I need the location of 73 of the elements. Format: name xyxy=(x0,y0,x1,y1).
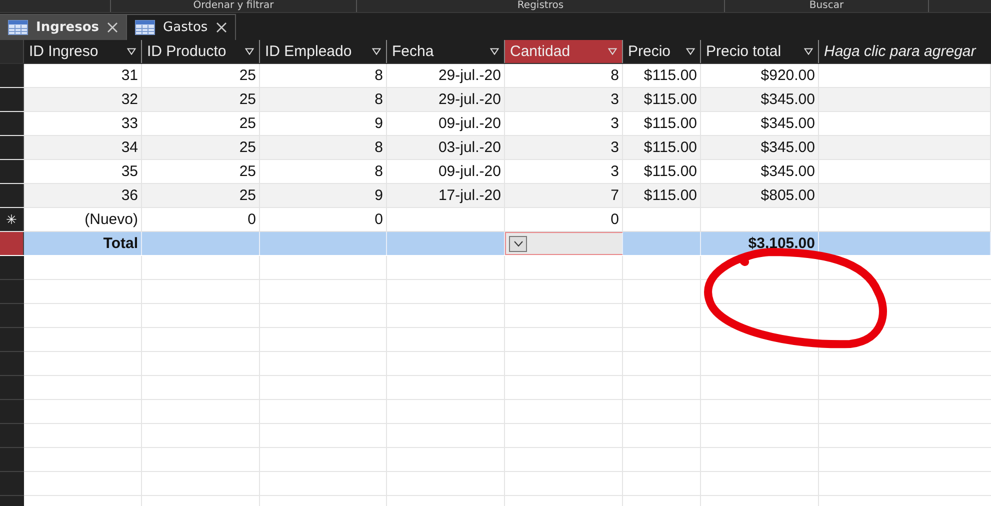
table-cell: 8 xyxy=(260,64,387,87)
table-icon xyxy=(135,20,156,35)
document-tab[interactable]: Gastos xyxy=(127,14,236,40)
table-cell: 8 xyxy=(505,64,623,87)
table-cell: 3 xyxy=(505,136,623,159)
ribbon-group-label: Ordenar y filtrar xyxy=(193,0,274,11)
column-header[interactable]: Precio xyxy=(623,40,701,63)
filter-arrow-icon[interactable] xyxy=(127,48,136,55)
table-cell: 25 xyxy=(142,160,260,183)
table-cell: $920.00 xyxy=(701,64,819,87)
table-cell: 09-jul.-20 xyxy=(387,112,505,135)
table-cell: 25 xyxy=(142,88,260,111)
table-cell: 33 xyxy=(24,112,142,135)
table-cell: 8 xyxy=(260,88,387,111)
column-header[interactable]: ID Ingreso xyxy=(24,40,142,63)
table-cell: $805.00 xyxy=(701,184,819,207)
column-header[interactable]: Cantidad xyxy=(505,40,623,63)
filter-arrow-icon[interactable] xyxy=(372,48,381,55)
document-tab[interactable]: Ingresos xyxy=(0,14,128,40)
total-value: $3,105.00 xyxy=(701,232,819,255)
table-cell: 29-jul.-20 xyxy=(387,88,505,111)
table-cell: 25 xyxy=(142,136,260,159)
table-icon xyxy=(8,20,28,35)
table-cell: 03-jul.-20 xyxy=(387,136,505,159)
filter-arrow-icon[interactable] xyxy=(245,48,254,55)
table-cell: 25 xyxy=(142,184,260,207)
table-cell: 9 xyxy=(260,184,387,207)
ribbon-group-label: Registros xyxy=(517,0,564,11)
total-function-dropdown[interactable] xyxy=(505,232,623,255)
table-cell: $345.00 xyxy=(701,160,819,183)
table-cell: $115.00 xyxy=(623,88,701,111)
table-cell: 3 xyxy=(505,112,623,135)
total-row-label: Total xyxy=(24,232,142,255)
table-cell: 34 xyxy=(24,136,142,159)
table-cell: 17-jul.-20 xyxy=(387,184,505,207)
table-cell: $115.00 xyxy=(623,112,701,135)
table-cell: $115.00 xyxy=(623,184,701,207)
table-cell: 3 xyxy=(505,160,623,183)
filter-arrow-icon[interactable] xyxy=(686,48,695,55)
table-cell: $115.00 xyxy=(623,64,701,87)
table-cell: 25 xyxy=(142,112,260,135)
table-cell: 7 xyxy=(505,184,623,207)
filter-arrow-icon[interactable] xyxy=(490,48,499,55)
table-cell: 36 xyxy=(24,184,142,207)
table-cell: 29-jul.-20 xyxy=(387,64,505,87)
column-header[interactable]: ID Producto xyxy=(142,40,260,63)
table-cell: $345.00 xyxy=(701,88,819,111)
table-cell: 0 xyxy=(260,208,387,231)
table-cell: 9 xyxy=(260,112,387,135)
table-cell: (Nuevo) xyxy=(24,208,142,231)
table-cell: 0 xyxy=(505,208,623,231)
table-cell: $345.00 xyxy=(701,112,819,135)
table-cell: 35 xyxy=(24,160,142,183)
column-header[interactable]: Precio total xyxy=(701,40,819,63)
filter-arrow-icon[interactable] xyxy=(804,48,813,55)
column-header[interactable]: ID Empleado xyxy=(260,40,387,63)
table-cell: 09-jul.-20 xyxy=(387,160,505,183)
table-cell: 31 xyxy=(24,64,142,87)
column-header[interactable]: Haga clic para agregar xyxy=(819,40,991,63)
table-cell: 8 xyxy=(260,136,387,159)
table-cell: 32 xyxy=(24,88,142,111)
table-cell: 3 xyxy=(505,88,623,111)
table-cell: $115.00 xyxy=(623,136,701,159)
table-cell: 0 xyxy=(142,208,260,231)
dropdown-caret-icon[interactable] xyxy=(509,236,527,252)
new-record-marker[interactable]: ✳ xyxy=(0,208,24,231)
ribbon-group-label: Buscar xyxy=(809,0,844,11)
table-cell: $115.00 xyxy=(623,160,701,183)
close-icon[interactable] xyxy=(107,22,118,33)
table-cell: $345.00 xyxy=(701,136,819,159)
table-cell: 25 xyxy=(142,64,260,87)
close-icon[interactable] xyxy=(216,22,227,33)
table-cell: 8 xyxy=(260,160,387,183)
